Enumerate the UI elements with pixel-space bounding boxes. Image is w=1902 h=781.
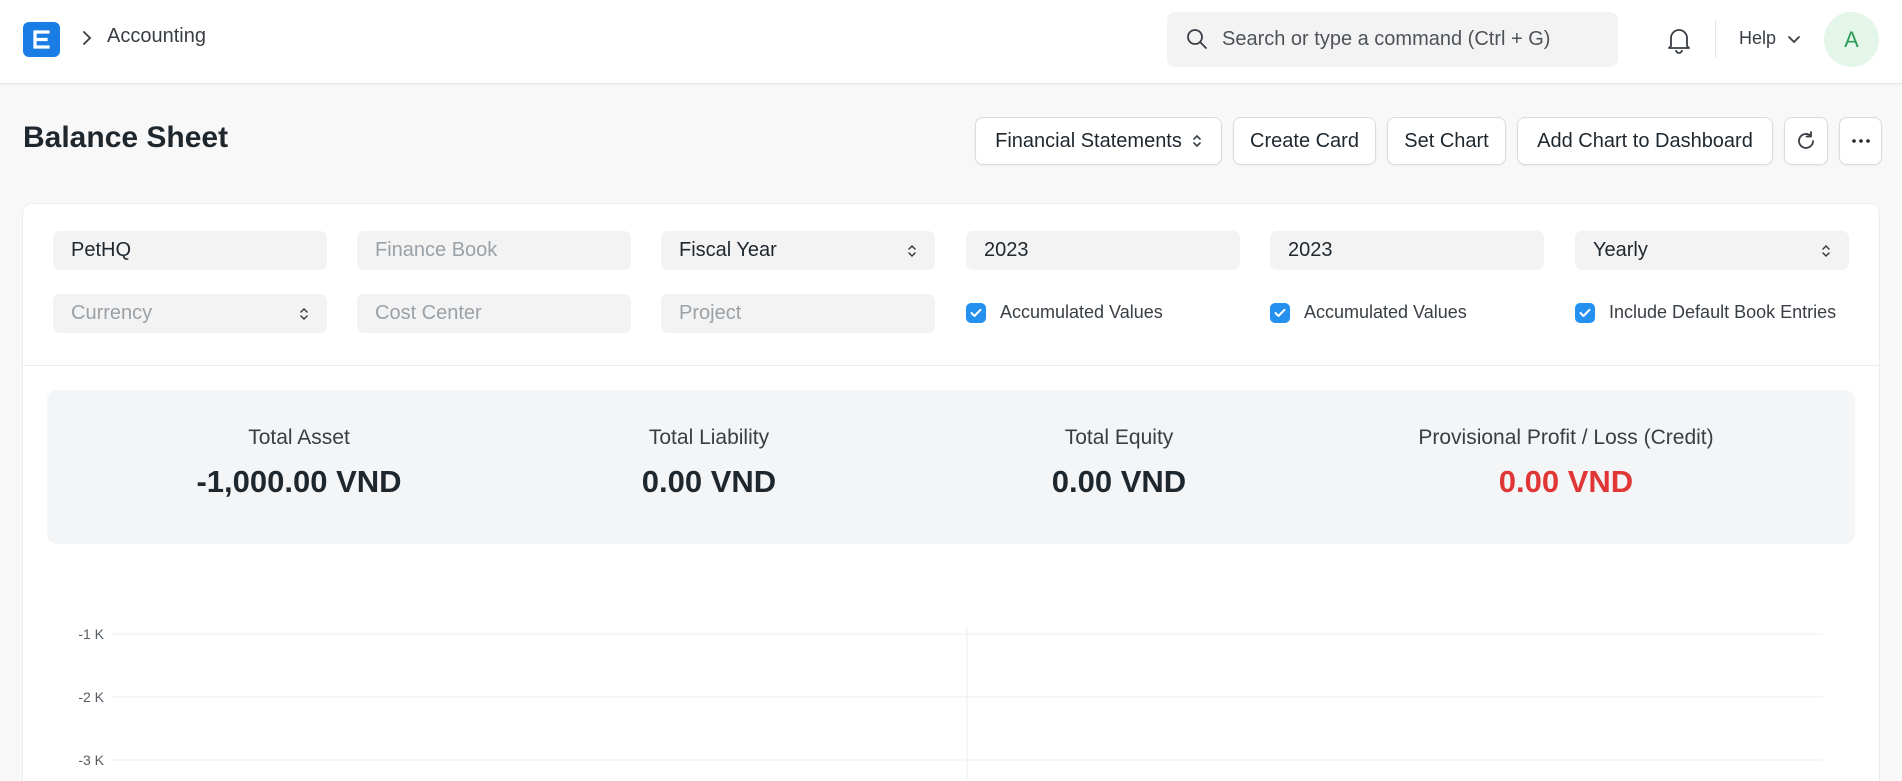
help-menu[interactable]: Help — [1739, 28, 1776, 49]
app-logo-icon[interactable] — [23, 22, 60, 57]
chart-y-tick-label: -3 K — [78, 752, 104, 768]
summary-label: Total Asset — [248, 426, 350, 449]
from-fiscal-year-field[interactable]: 2023 — [966, 231, 1240, 270]
more-actions-button[interactable] — [1839, 117, 1882, 165]
currency-placeholder: Currency — [71, 302, 153, 324]
to-fiscal-year-field[interactable]: 2023 — [1270, 231, 1544, 270]
project-field[interactable]: Project — [661, 294, 935, 333]
search-bar[interactable]: Search or type a command (Ctrl + G) — [1167, 12, 1618, 67]
select-arrows-icon — [300, 307, 308, 321]
checkbox-checked-icon[interactable] — [1575, 302, 1595, 323]
financial-statements-label: Financial Statements — [995, 129, 1182, 152]
include-default-book-entries-checkbox[interactable]: Include Default Book Entries — [1575, 302, 1836, 323]
select-arrows-icon — [1822, 244, 1830, 258]
summary-label: Total Liability — [648, 426, 770, 449]
include-default-book-entries-label: Include Default Book Entries — [1609, 302, 1837, 322]
summary-label: Provisional Profit / Loss (Credit) — [1418, 426, 1714, 449]
accumulated-values-checkbox-2[interactable]: Accumulated Values — [1270, 302, 1467, 323]
ellipsis-icon — [1851, 139, 1870, 143]
search-icon — [1187, 29, 1207, 49]
financial-statements-dropdown[interactable]: Financial Statements — [975, 117, 1222, 165]
cost-center-field[interactable]: Cost Center — [357, 294, 631, 333]
finance-book-field[interactable]: Finance Book — [357, 231, 631, 270]
refresh-icon — [1798, 131, 1814, 149]
summary-total-liability: Total Liability 0.00 VND — [559, 426, 859, 500]
set-chart-button[interactable]: Set Chart — [1387, 117, 1506, 165]
summary-total-asset: Total Asset -1,000.00 VND — [149, 426, 449, 500]
select-arrows-icon — [908, 244, 916, 258]
breadcrumb-accounting[interactable]: Accounting — [107, 25, 206, 48]
summary-provisional-profit-loss: Provisional Profit / Loss (Credit) 0.00 … — [1366, 426, 1766, 500]
filter-based-on-select[interactable]: Fiscal Year — [661, 231, 935, 270]
accumulated-values-label: Accumulated Values — [1000, 302, 1163, 322]
sort-icon — [1193, 134, 1201, 148]
navbar: Accounting Search or type a command (Ctr… — [0, 0, 1902, 84]
chevron-down-icon[interactable] — [1787, 35, 1801, 45]
navbar-divider — [1715, 20, 1716, 58]
refresh-button[interactable] — [1784, 117, 1828, 165]
page-title: Balance Sheet — [23, 121, 229, 154]
periodicity-value: Yearly — [1593, 239, 1648, 261]
create-card-button[interactable]: Create Card — [1233, 117, 1376, 165]
balance-sheet-chart: -1 K -2 K -3 K — [78, 626, 1823, 781]
currency-select[interactable]: Currency — [53, 294, 327, 333]
checkbox-checked-icon[interactable] — [966, 302, 986, 323]
summary-value: -1,000.00 VND — [196, 464, 402, 499]
filter-based-on-value: Fiscal Year — [679, 239, 777, 261]
checkbox-checked-icon[interactable] — [1270, 302, 1290, 323]
company-field[interactable]: PetHQ — [53, 231, 327, 270]
chart-y-tick-label: -2 K — [78, 689, 104, 705]
summary-total-equity: Total Equity 0.00 VND — [969, 426, 1269, 500]
summary-label: Total Equity — [1064, 426, 1174, 449]
user-avatar[interactable]: A — [1824, 12, 1879, 67]
accumulated-values-checkbox[interactable]: Accumulated Values — [966, 302, 1163, 323]
notification-bell-icon[interactable] — [1666, 26, 1692, 54]
add-chart-to-dashboard-button[interactable]: Add Chart to Dashboard — [1517, 117, 1773, 165]
summary-value: 0.00 VND — [1498, 464, 1634, 499]
summary-value: 0.00 VND — [641, 464, 777, 499]
filter-divider — [22, 365, 1880, 366]
chart-y-tick-label: -1 K — [78, 626, 104, 642]
summary-value: 0.00 VND — [1051, 464, 1187, 499]
search-placeholder: Search or type a command (Ctrl + G) — [1222, 28, 1551, 50]
chevron-right-icon — [83, 31, 92, 45]
accumulated-values-label-2: Accumulated Values — [1304, 302, 1467, 322]
periodicity-select[interactable]: Yearly — [1575, 231, 1849, 270]
